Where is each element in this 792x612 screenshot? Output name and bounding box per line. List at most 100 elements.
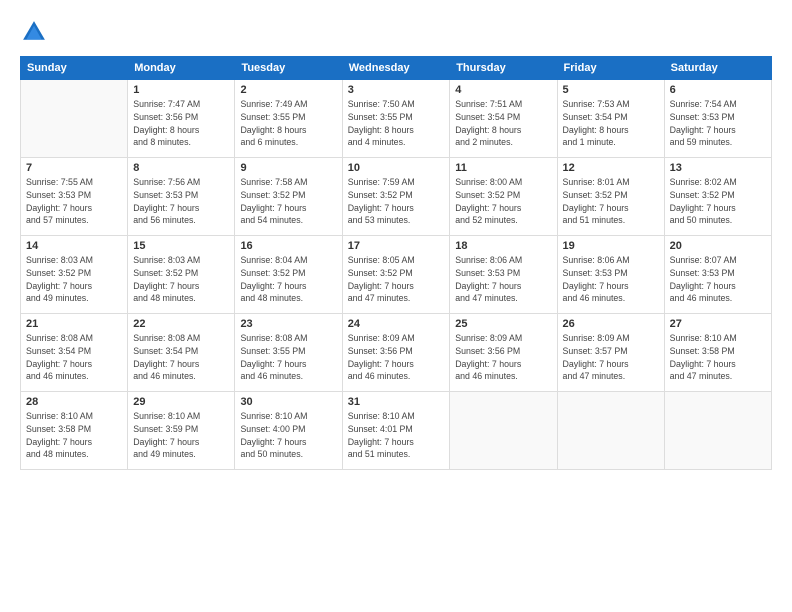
day-cell: 3 Sunrise: 7:50 AMSunset: 3:55 PMDaylight… xyxy=(342,80,450,158)
logo-icon xyxy=(20,18,48,46)
day-cell: 16 Sunrise: 8:04 AMSunset: 3:52 PMDayligh… xyxy=(235,236,342,314)
day-number: 15 xyxy=(133,240,229,252)
day-info: Sunrise: 8:09 AMSunset: 3:57 PMDaylight:… xyxy=(563,332,659,383)
week-row-0: 1Sunrise: 7:47 AMSunset: 3:56 PMDaylight… xyxy=(21,80,772,158)
day-cell: 8 Sunrise: 7:56 AMSunset: 3:53 PMDaylight… xyxy=(128,158,235,236)
day-info: Sunrise: 8:10 AMSunset: 3:58 PMDaylight:… xyxy=(26,410,122,461)
day-cell: 11 Sunrise: 8:00 AMSunset: 3:52 PMDayligh… xyxy=(450,158,557,236)
day-info: Sunrise: 8:04 AMSunset: 3:52 PMDaylight:… xyxy=(240,254,336,305)
day-cell: 22 Sunrise: 8:08 AMSunset: 3:54 PMDayligh… xyxy=(128,314,235,392)
day-cell: 28 Sunrise: 8:10 AMSunset: 3:58 PMDayligh… xyxy=(21,392,128,470)
day-info: Sunrise: 7:55 AMSunset: 3:53 PMDaylight:… xyxy=(26,176,122,227)
day-number: 8 xyxy=(133,162,229,174)
day-cell: 5Sunrise: 7:53 AMSunset: 3:54 PMDaylight… xyxy=(557,80,664,158)
day-cell: 21 Sunrise: 8:08 AMSunset: 3:54 PMDayligh… xyxy=(21,314,128,392)
day-number: 7 xyxy=(26,162,122,174)
day-number: 23 xyxy=(240,318,336,330)
day-number: 10 xyxy=(348,162,445,174)
day-cell xyxy=(557,392,664,470)
day-cell: 6 Sunrise: 7:54 AMSunset: 3:53 PMDaylight… xyxy=(664,80,771,158)
day-cell: 24Sunrise: 8:09 AMSunset: 3:56 PMDayligh… xyxy=(342,314,450,392)
day-cell: 2 Sunrise: 7:49 AMSunset: 3:55 PMDaylight… xyxy=(235,80,342,158)
day-number: 9 xyxy=(240,162,336,174)
day-cell: 1Sunrise: 7:47 AMSunset: 3:56 PMDaylight… xyxy=(128,80,235,158)
day-info: Sunrise: 8:03 AMSunset: 3:52 PMDaylight:… xyxy=(26,254,122,305)
day-number: 16 xyxy=(240,240,336,252)
day-cell: 30 Sunrise: 8:10 AMSunset: 4:00 PMDayligh… xyxy=(235,392,342,470)
header-row: SundayMondayTuesdayWednesdayThursdayFrid… xyxy=(21,57,772,80)
day-cell: 14 Sunrise: 8:03 AMSunset: 3:52 PMDayligh… xyxy=(21,236,128,314)
day-number: 4 xyxy=(455,84,551,96)
day-number: 12 xyxy=(563,162,659,174)
day-number: 18 xyxy=(455,240,551,252)
day-number: 20 xyxy=(670,240,766,252)
day-number: 5 xyxy=(563,84,659,96)
day-cell: 4 Sunrise: 7:51 AMSunset: 3:54 PMDaylight… xyxy=(450,80,557,158)
day-cell: 26 Sunrise: 8:09 AMSunset: 3:57 PMDayligh… xyxy=(557,314,664,392)
day-info: Sunrise: 8:02 AMSunset: 3:52 PMDaylight:… xyxy=(670,176,766,227)
day-info: Sunrise: 7:54 AMSunset: 3:53 PMDaylight:… xyxy=(670,98,766,149)
header-day-tuesday: Tuesday xyxy=(235,57,342,80)
day-cell: 18Sunrise: 8:06 AMSunset: 3:53 PMDayligh… xyxy=(450,236,557,314)
day-info: Sunrise: 8:01 AMSunset: 3:52 PMDaylight:… xyxy=(563,176,659,227)
day-info: Sunrise: 8:03 AMSunset: 3:52 PMDaylight:… xyxy=(133,254,229,305)
day-number: 22 xyxy=(133,318,229,330)
week-row-4: 28 Sunrise: 8:10 AMSunset: 3:58 PMDayligh… xyxy=(21,392,772,470)
day-number: 30 xyxy=(240,396,336,408)
day-number: 26 xyxy=(563,318,659,330)
day-number: 31 xyxy=(348,396,445,408)
week-row-1: 7 Sunrise: 7:55 AMSunset: 3:53 PMDaylight… xyxy=(21,158,772,236)
page: SundayMondayTuesdayWednesdayThursdayFrid… xyxy=(0,0,792,612)
day-number: 1 xyxy=(133,84,229,96)
calendar-body: 1Sunrise: 7:47 AMSunset: 3:56 PMDaylight… xyxy=(21,80,772,470)
day-number: 27 xyxy=(670,318,766,330)
logo xyxy=(20,18,52,46)
day-number: 17 xyxy=(348,240,445,252)
day-info: Sunrise: 8:07 AMSunset: 3:53 PMDaylight:… xyxy=(670,254,766,305)
header-day-wednesday: Wednesday xyxy=(342,57,450,80)
day-cell: 13 Sunrise: 8:02 AMSunset: 3:52 PMDayligh… xyxy=(664,158,771,236)
day-number: 11 xyxy=(455,162,551,174)
day-cell: 25 Sunrise: 8:09 AMSunset: 3:56 PMDayligh… xyxy=(450,314,557,392)
day-number: 13 xyxy=(670,162,766,174)
day-info: Sunrise: 7:56 AMSunset: 3:53 PMDaylight:… xyxy=(133,176,229,227)
day-cell: 29 Sunrise: 8:10 AMSunset: 3:59 PMDayligh… xyxy=(128,392,235,470)
day-cell: 27Sunrise: 8:10 AMSunset: 3:58 PMDayligh… xyxy=(664,314,771,392)
day-cell: 12 Sunrise: 8:01 AMSunset: 3:52 PMDayligh… xyxy=(557,158,664,236)
day-info: Sunrise: 8:08 AMSunset: 3:54 PMDaylight:… xyxy=(133,332,229,383)
day-info: Sunrise: 8:10 AMSunset: 3:59 PMDaylight:… xyxy=(133,410,229,461)
day-number: 29 xyxy=(133,396,229,408)
header-day-saturday: Saturday xyxy=(664,57,771,80)
day-info: Sunrise: 7:50 AMSunset: 3:55 PMDaylight:… xyxy=(348,98,445,149)
day-cell: 17 Sunrise: 8:05 AMSunset: 3:52 PMDayligh… xyxy=(342,236,450,314)
day-info: Sunrise: 8:08 AMSunset: 3:54 PMDaylight:… xyxy=(26,332,122,383)
day-number: 19 xyxy=(563,240,659,252)
day-cell: 20 Sunrise: 8:07 AMSunset: 3:53 PMDayligh… xyxy=(664,236,771,314)
day-cell xyxy=(664,392,771,470)
day-info: Sunrise: 7:58 AMSunset: 3:52 PMDaylight:… xyxy=(240,176,336,227)
day-info: Sunrise: 8:05 AMSunset: 3:52 PMDaylight:… xyxy=(348,254,445,305)
day-number: 6 xyxy=(670,84,766,96)
calendar-table: SundayMondayTuesdayWednesdayThursdayFrid… xyxy=(20,56,772,470)
day-number: 28 xyxy=(26,396,122,408)
day-info: Sunrise: 7:59 AMSunset: 3:52 PMDaylight:… xyxy=(348,176,445,227)
day-number: 14 xyxy=(26,240,122,252)
header-day-sunday: Sunday xyxy=(21,57,128,80)
day-number: 21 xyxy=(26,318,122,330)
day-info: Sunrise: 8:00 AMSunset: 3:52 PMDaylight:… xyxy=(455,176,551,227)
day-info: Sunrise: 7:51 AMSunset: 3:54 PMDaylight:… xyxy=(455,98,551,149)
day-info: Sunrise: 8:10 AMSunset: 4:01 PMDaylight:… xyxy=(348,410,445,461)
week-row-2: 14 Sunrise: 8:03 AMSunset: 3:52 PMDayligh… xyxy=(21,236,772,314)
header-day-thursday: Thursday xyxy=(450,57,557,80)
day-cell: 7 Sunrise: 7:55 AMSunset: 3:53 PMDaylight… xyxy=(21,158,128,236)
day-cell xyxy=(21,80,128,158)
day-info: Sunrise: 7:49 AMSunset: 3:55 PMDaylight:… xyxy=(240,98,336,149)
day-cell: 9 Sunrise: 7:58 AMSunset: 3:52 PMDaylight… xyxy=(235,158,342,236)
day-info: Sunrise: 8:10 AMSunset: 4:00 PMDaylight:… xyxy=(240,410,336,461)
day-info: Sunrise: 8:09 AMSunset: 3:56 PMDaylight:… xyxy=(455,332,551,383)
day-number: 25 xyxy=(455,318,551,330)
day-number: 2 xyxy=(240,84,336,96)
day-number: 3 xyxy=(348,84,445,96)
calendar-header: SundayMondayTuesdayWednesdayThursdayFrid… xyxy=(21,57,772,80)
day-info: Sunrise: 8:08 AMSunset: 3:55 PMDaylight:… xyxy=(240,332,336,383)
